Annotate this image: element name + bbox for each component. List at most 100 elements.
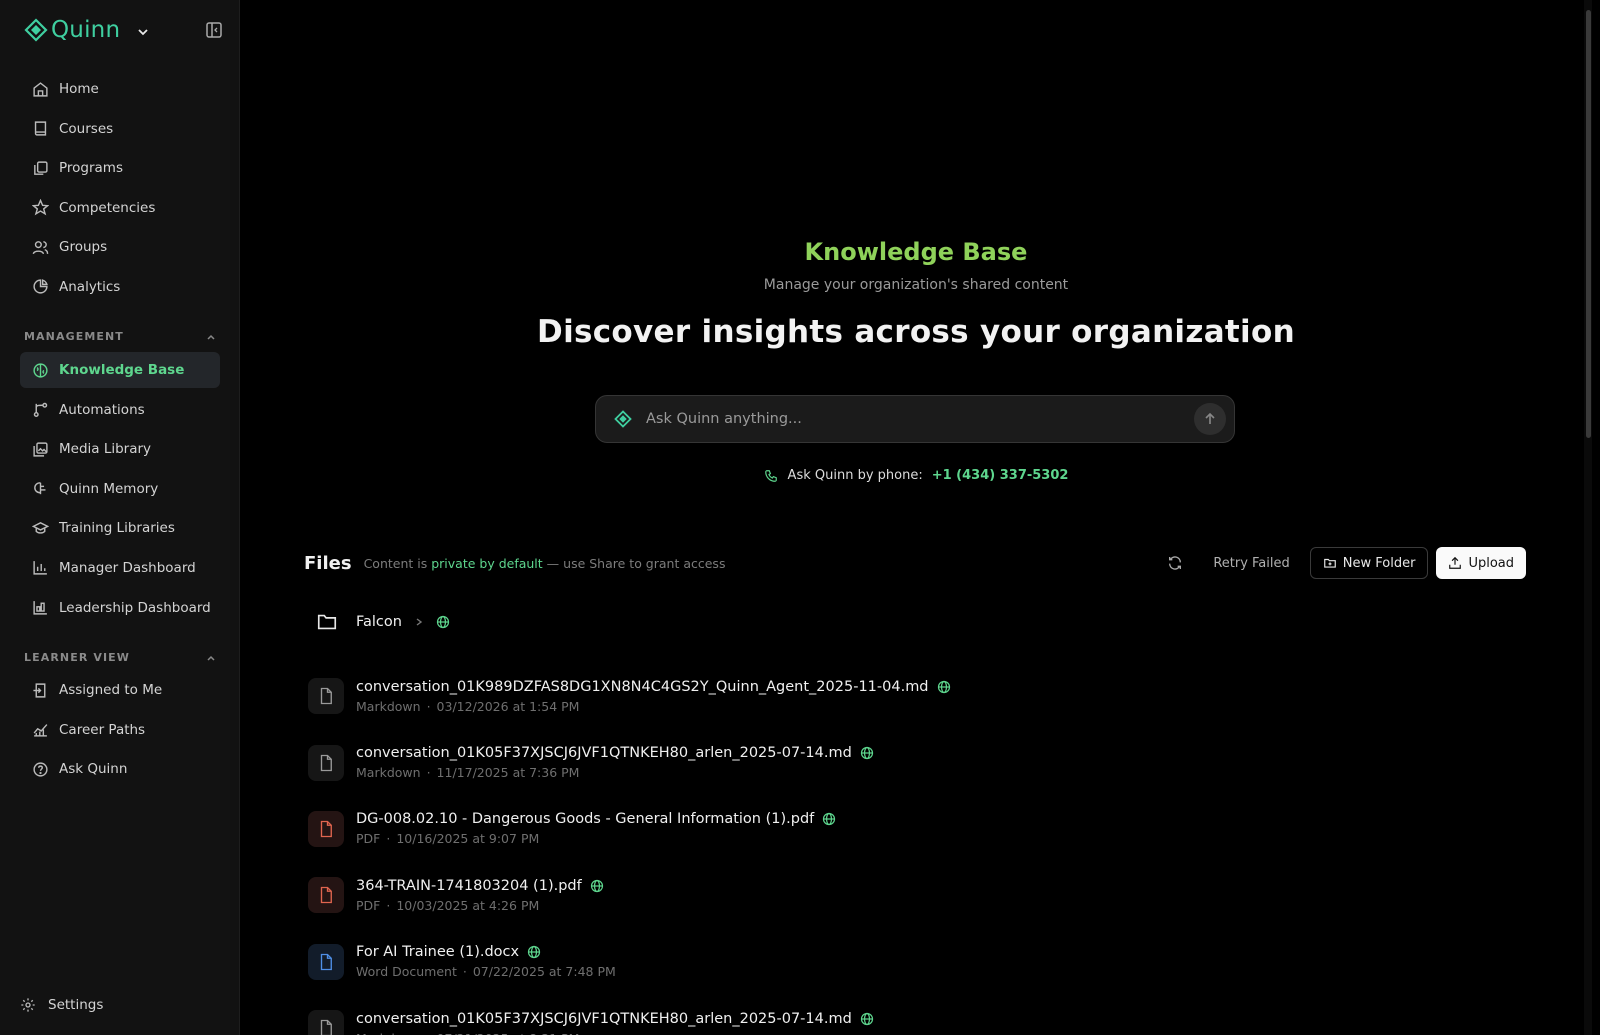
breadcrumb: Falcon <box>316 606 450 638</box>
sidebar-item-assigned-to-me[interactable]: Assigned to Me <box>20 672 220 708</box>
sidebar-item-manager-dashboard[interactable]: Manager Dashboard <box>20 550 220 586</box>
brain-icon <box>33 362 48 378</box>
folder-plus-icon <box>1323 558 1336 568</box>
new-folder-label: New Folder <box>1342 555 1416 571</box>
privacy-note-prefix: Content is <box>363 555 428 571</box>
file-icon <box>320 953 332 970</box>
refresh-button[interactable] <box>1159 547 1191 579</box>
sidebar-item-knowledge-base[interactable]: Knowledge Base <box>20 352 220 388</box>
primary-nav: Home Courses Programs Competencies Group… <box>20 71 220 309</box>
file-name-row: conversation_01K05F37XJSCJ6JVF1QTNKEH80_… <box>356 745 874 761</box>
sidebar-item-label: Courses <box>59 120 114 137</box>
book-icon <box>34 121 47 136</box>
files-header: Files Content is private by default — us… <box>304 545 1526 581</box>
file-type: PDF <box>356 897 381 913</box>
file-type: PDF <box>356 831 381 847</box>
brand-name: Quinn <box>51 17 121 43</box>
bar-chart-icon <box>33 561 47 576</box>
file-date: 10/03/2025 at 4:26 PM <box>396 897 540 913</box>
file-type-badge <box>308 943 344 980</box>
sidebar-item-analytics[interactable]: Analytics <box>20 269 220 305</box>
files-title: Files <box>304 552 352 574</box>
send-button[interactable] <box>1194 403 1226 435</box>
file-meta: Word Document · 07/22/2025 at 7:48 PM <box>356 964 616 979</box>
sidebar-item-training-libraries[interactable]: Training Libraries <box>20 510 220 546</box>
file-meta: Markdown · 03/12/2026 at 1:54 PM <box>356 699 951 714</box>
hero-heading: Discover insights across your organizati… <box>537 314 1295 350</box>
file-row[interactable]: conversation_01K05F37XJSCJ6JVF1QTNKEH80_… <box>304 995 1526 1035</box>
assigned-icon <box>33 682 46 698</box>
folder-icon <box>317 614 337 630</box>
sidebar-toggle-icon[interactable] <box>205 21 223 39</box>
management-nav: Knowledge Base Automations Media Library… <box>20 352 220 629</box>
sidebar-item-home[interactable]: Home <box>20 71 220 107</box>
new-folder-button[interactable]: New Folder <box>1309 547 1429 579</box>
sidebar-item-label: Training Libraries <box>59 520 175 537</box>
upload-label: Upload <box>1468 555 1514 571</box>
sidebar-item-label: Competencies <box>59 199 156 216</box>
sidebar-item-label: Analytics <box>59 278 121 295</box>
file-row[interactable]: conversation_01K05F37XJSCJ6JVF1QTNKEH80_… <box>304 729 1526 795</box>
phone-line: Ask Quinn by phone: +1 (434) 337-5302 <box>240 468 1592 483</box>
section-label: LEARNER VIEW <box>24 651 130 664</box>
file-name[interactable]: conversation_01K05F37XJSCJ6JVF1QTNKEH80_… <box>356 1011 852 1027</box>
sidebar-item-career-paths[interactable]: Career Paths <box>20 712 220 748</box>
chevron-up-icon <box>207 655 215 661</box>
section-label: MANAGEMENT <box>24 330 124 343</box>
file-date: 07/21/2025 at 8:31 PM <box>437 1031 580 1035</box>
file-icon <box>320 820 332 838</box>
file-name-row: conversation_01K989DZFAS8DG1XN8N4C4GS2Y_… <box>356 679 951 695</box>
sidebar-item-leadership-dashboard[interactable]: Leadership Dashboard <box>20 590 220 626</box>
learner-view-section-header[interactable]: LEARNER VIEW <box>24 651 216 664</box>
scrollbar-thumb[interactable] <box>1586 10 1591 438</box>
file-name[interactable]: DG-008.02.10 - Dangerous Goods - General… <box>356 811 814 827</box>
file-name[interactable]: 364-TRAIN-1741803204 (1).pdf <box>356 878 582 894</box>
sidebar-item-quinn-memory[interactable]: Quinn Memory <box>20 471 220 507</box>
phone-label: Ask Quinn by phone: <box>787 468 923 483</box>
scrollbar[interactable] <box>1584 0 1592 1035</box>
file-row[interactable]: For AI Trainee (1).docx Word Document · 07… <box>304 929 1526 995</box>
search-input[interactable] <box>646 411 1194 427</box>
refresh-icon <box>1169 556 1182 570</box>
upload-button[interactable]: Upload <box>1436 547 1526 579</box>
files-actions: Retry Failed New Folder Upload <box>1159 547 1526 579</box>
sidebar-item-label: Leadership Dashboard <box>59 599 211 616</box>
brand-switcher[interactable]: Quinn <box>24 16 150 44</box>
sidebar-item-label: Groups <box>59 239 108 256</box>
file-name-row: DG-008.02.10 - Dangerous Goods - General… <box>356 811 836 827</box>
file-row[interactable]: DG-008.02.10 - Dangerous Goods - General… <box>304 796 1526 862</box>
management-section-header[interactable]: MANAGEMENT <box>24 330 216 343</box>
file-meta: Markdown · 07/21/2025 at 8:31 PM <box>356 1031 874 1035</box>
file-icon <box>320 754 332 771</box>
page-title: Knowledge Base <box>804 238 1028 266</box>
quinn-logo-icon <box>614 410 632 428</box>
sidebar: Quinn Home Courses Programs Competencies… <box>0 0 240 1035</box>
sidebar-item-label: Assigned to Me <box>59 682 163 698</box>
meta-separator: · <box>427 1031 431 1035</box>
file-icon <box>320 1019 332 1035</box>
settings-label: Settings <box>48 997 104 1013</box>
meta-separator: · <box>426 698 431 714</box>
breadcrumb-folder[interactable]: Falcon <box>356 614 402 630</box>
sidebar-item-courses[interactable]: Courses <box>20 111 220 147</box>
file-name[interactable]: conversation_01K989DZFAS8DG1XN8N4C4GS2Y_… <box>356 679 929 695</box>
sidebar-item-competencies[interactable]: Competencies <box>20 190 220 226</box>
chevron-down-icon <box>138 29 148 36</box>
sidebar-item-programs[interactable]: Programs <box>20 150 220 186</box>
file-type: Markdown <box>356 765 421 781</box>
retry-failed-button[interactable]: Retry Failed <box>1199 547 1303 579</box>
file-name[interactable]: conversation_01K05F37XJSCJ6JVF1QTNKEH80_… <box>356 745 852 761</box>
phone-number-link[interactable]: +1 (434) 337-5302 <box>932 468 1069 483</box>
chevron-right-icon <box>416 618 423 626</box>
sidebar-item-automations[interactable]: Automations <box>20 392 220 428</box>
file-name[interactable]: For AI Trainee (1).docx <box>356 944 519 960</box>
users-icon <box>32 241 49 254</box>
sidebar-item-media-library[interactable]: Media Library <box>20 431 220 467</box>
file-type-badge <box>308 678 344 715</box>
sidebar-item-ask-quinn[interactable]: Ask Quinn <box>20 751 220 787</box>
sidebar-item-groups[interactable]: Groups <box>20 229 220 265</box>
workflow-icon <box>33 402 48 418</box>
settings-button[interactable]: Settings <box>20 987 103 1023</box>
file-row[interactable]: 364-TRAIN-1741803204 (1).pdf PDF · 10/03/2… <box>304 862 1526 928</box>
file-row[interactable]: conversation_01K989DZFAS8DG1XN8N4C4GS2Y_… <box>304 663 1526 729</box>
